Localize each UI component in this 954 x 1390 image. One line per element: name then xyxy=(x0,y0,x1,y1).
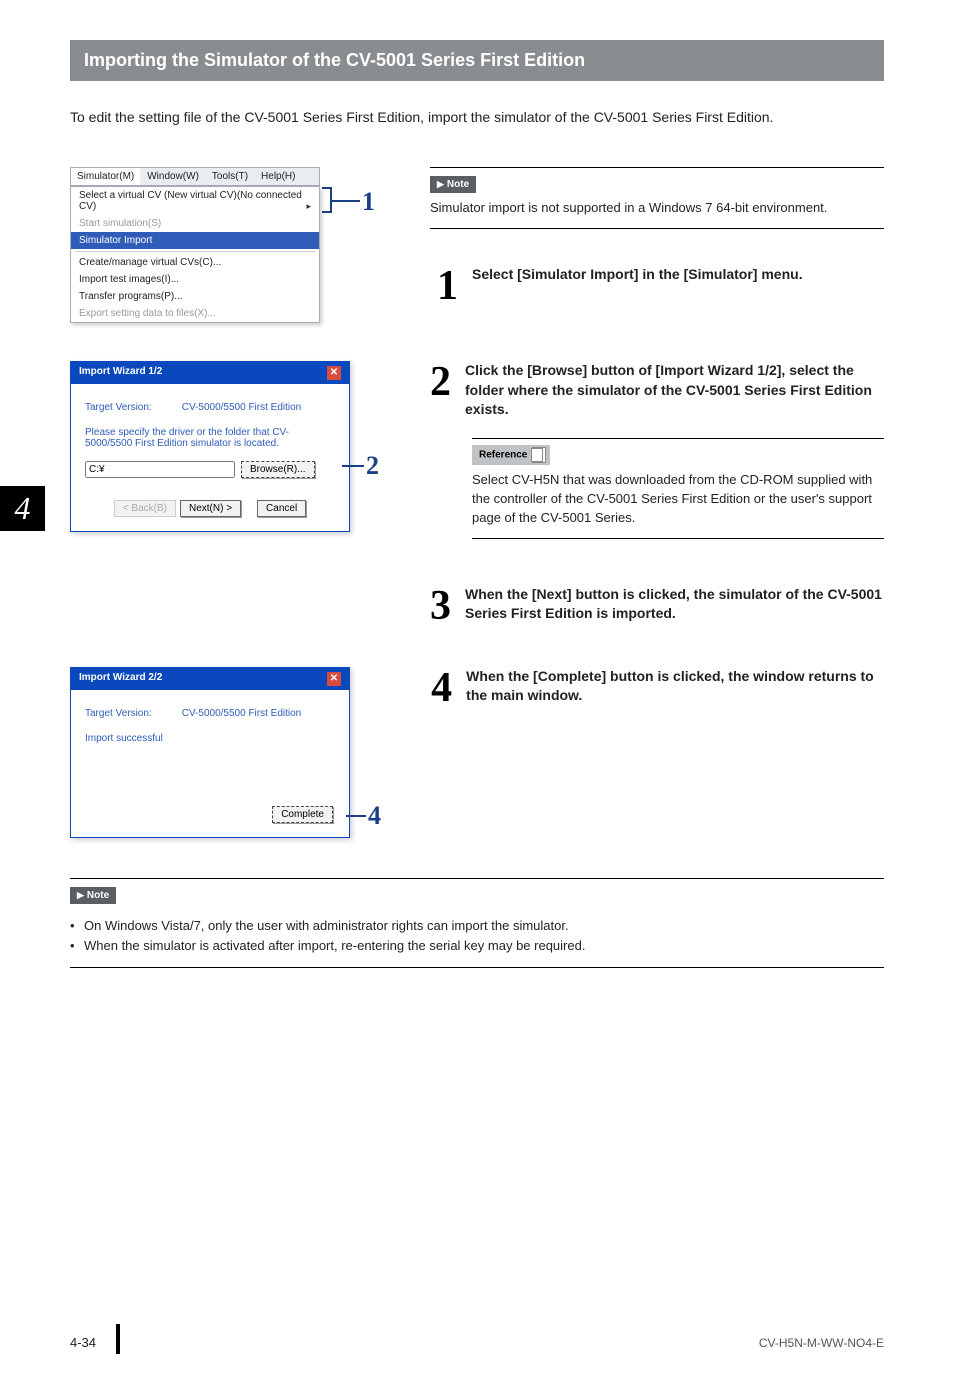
callout-2: 2 xyxy=(366,451,379,481)
wizard1-target-value: CV-5000/5500 First Edition xyxy=(182,402,302,413)
wizard1-title: Import Wizard 1/2 xyxy=(79,366,162,380)
wizard-1-screenshot: Import Wizard 1/2 ✕ Target Version: CV-50… xyxy=(70,361,350,532)
page-heading: Importing the Simulator of the CV-5001 S… xyxy=(70,40,884,81)
bottom-notes: On Windows Vista/7, only the user with a… xyxy=(70,916,884,958)
note-top-text: Simulator import is not supported in a W… xyxy=(430,199,884,218)
callout-1: 1 xyxy=(362,187,375,217)
intro-text: To edit the setting file of the CV-5001 … xyxy=(70,109,884,125)
step-text-1: Select [Simulator Import] in the [Simula… xyxy=(472,265,803,285)
step-num-3: 3 xyxy=(430,585,451,627)
step-num-1: 1 xyxy=(430,265,458,307)
bottom-note-2: When the simulator is activated after im… xyxy=(70,936,884,957)
menu-screenshot: Simulator(M) Window(W) Tools(T) Help(H) … xyxy=(70,167,320,323)
doc-code: CV-H5N-M-WW-NO4-E xyxy=(759,1336,884,1350)
step-text-4: When the [Complete] button is clicked, t… xyxy=(466,667,884,706)
menu-item-create[interactable]: Create/manage virtual CVs(C)... xyxy=(71,254,319,271)
reference-tag: Reference xyxy=(472,445,550,465)
reference-text: Select CV-H5N that was downloaded from t… xyxy=(472,471,884,528)
wizard1-prompt: Please specify the driver or the folder … xyxy=(85,427,335,449)
menu-item-select-virtual[interactable]: Select a virtual CV (New virtual CV)(No … xyxy=(71,187,319,215)
wizard-2-screenshot: Import Wizard 2/2 ✕ Target Version: CV-50… xyxy=(70,667,350,838)
complete-button[interactable]: Complete xyxy=(272,806,333,823)
bottom-note-1: On Windows Vista/7, only the user with a… xyxy=(70,916,884,937)
next-button[interactable]: Next(N) > xyxy=(180,500,241,517)
callout-4: 4 xyxy=(368,801,381,831)
menu-tools[interactable]: Tools(T) xyxy=(206,168,255,185)
wizard2-title: Import Wizard 2/2 xyxy=(79,672,162,686)
menu-item-start-sim: Start simulation(S) xyxy=(71,215,319,232)
menu-window[interactable]: Window(W) xyxy=(141,168,206,185)
page-number: 4-34 xyxy=(70,1335,96,1350)
menu-help[interactable]: Help(H) xyxy=(255,168,302,185)
wizard2-target-value: CV-5000/5500 First Edition xyxy=(182,708,302,719)
menu-simulator[interactable]: Simulator(M) xyxy=(71,168,141,185)
browse-button[interactable]: Browse(R)... xyxy=(241,461,315,478)
menu-item-export: Export setting data to files(X)... xyxy=(71,305,319,322)
wizard2-target-label: Target Version: xyxy=(85,708,152,719)
note-tag-bottom: ▶Note xyxy=(70,887,116,904)
step-text-3: When the [Next] button is clicked, the s… xyxy=(465,585,884,624)
step-num-4: 4 xyxy=(430,667,452,709)
step-text-2: Click the [Browse] button of [Import Wiz… xyxy=(465,361,884,420)
step-num-2: 2 xyxy=(430,361,451,403)
menu-item-transfer[interactable]: Transfer programs(P)... xyxy=(71,288,319,305)
wizard1-path-input[interactable] xyxy=(85,461,235,478)
chapter-sidetab: 4 xyxy=(0,486,45,531)
menu-item-import-test[interactable]: Import test images(I)... xyxy=(71,271,319,288)
note-tag-top: ▶Note xyxy=(430,176,476,193)
wizard1-target-label: Target Version: xyxy=(85,402,152,413)
close-icon[interactable]: ✕ xyxy=(327,366,341,380)
back-button: < Back(B) xyxy=(114,500,176,517)
wizard2-result: Import successful xyxy=(85,733,335,744)
simulator-dropdown: Select a virtual CV (New virtual CV)(No … xyxy=(70,186,320,323)
cancel-button[interactable]: Cancel xyxy=(257,500,306,517)
close-icon[interactable]: ✕ xyxy=(327,672,341,686)
menu-item-simulator-import[interactable]: Simulator Import xyxy=(71,232,319,249)
